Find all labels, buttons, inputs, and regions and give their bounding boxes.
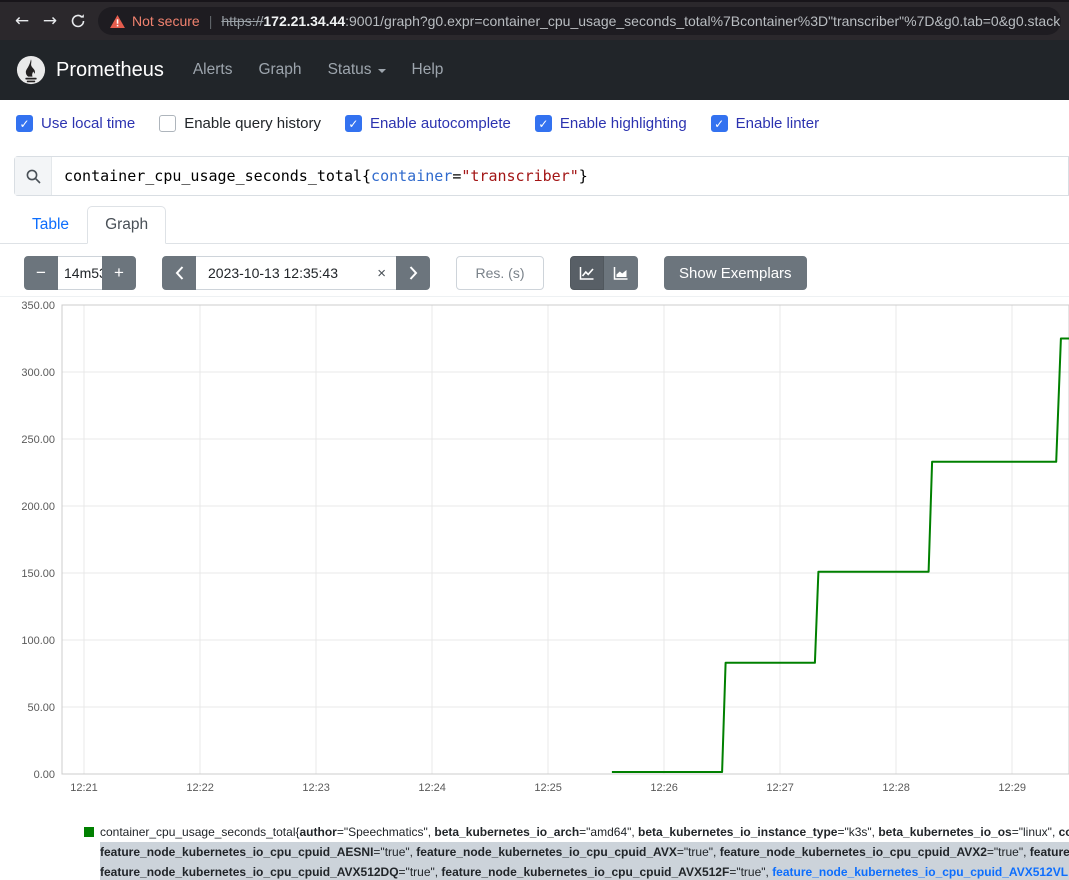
svg-text:12:22: 12:22: [186, 782, 214, 794]
legend-text: container_cpu_usage_seconds_total{author…: [100, 822, 1069, 842]
stacked-chart-toggle-button[interactable]: [604, 256, 638, 290]
graph-panel: 0.00 50.00 100.00 150.00 200.00 250.00 300.00 3…: [0, 296, 1069, 797]
chevron-right-icon: [409, 266, 418, 280]
svg-text:50.00: 50.00: [27, 702, 55, 714]
svg-text:0.00: 0.00: [34, 769, 55, 781]
not-secure-label: Not secure: [132, 13, 200, 29]
url-path: :9001/graph?g0.expr=container_cpu_usage_…: [345, 13, 1060, 29]
query-token-punct: =: [452, 167, 461, 185]
query-token-punct: {: [362, 167, 371, 185]
legend-line[interactable]: container_cpu_usage_seconds_total{author…: [84, 822, 1069, 842]
option-label: Enable autocomplete: [370, 115, 511, 132]
svg-text:12:29: 12:29: [998, 782, 1026, 794]
svg-text:12:24: 12:24: [418, 782, 446, 794]
clear-datetime-icon[interactable]: ×: [377, 265, 386, 282]
increase-range-button[interactable]: +: [102, 256, 136, 290]
range-input-group: − 14m53s +: [24, 256, 136, 290]
url-scheme: https://: [221, 13, 263, 29]
option-use-local-time[interactable]: ✓ Use local time: [16, 115, 135, 132]
query-expression-text[interactable]: container_cpu_usage_seconds_total{contai…: [52, 157, 1068, 195]
warning-icon: [110, 15, 125, 28]
stacked-chart-icon: [613, 265, 629, 281]
legend-swatch: [84, 827, 94, 837]
svg-text:12:26: 12:26: [650, 782, 678, 794]
forward-icon[interactable]: →: [36, 7, 64, 35]
checkbox-enable-linter[interactable]: ✓: [711, 115, 728, 132]
svg-text:200.00: 200.00: [21, 501, 55, 513]
line-chart-toggle-button[interactable]: [570, 256, 604, 290]
nav-item-help[interactable]: Help: [412, 61, 444, 79]
tab-table[interactable]: Table: [14, 206, 87, 244]
graph-controls: − 14m53s + 2023-10-13 12:35:43 × Res. (s…: [24, 256, 1055, 290]
url-host: 172.21.34.44: [263, 13, 345, 29]
nav-item-graph[interactable]: Graph: [258, 61, 301, 79]
svg-text:150.00: 150.00: [21, 568, 55, 580]
query-token-string: "transcriber": [461, 167, 578, 185]
panel-tabs: TableGraph: [0, 206, 1069, 244]
back-icon[interactable]: ←: [8, 7, 36, 35]
search-icon: [25, 168, 42, 185]
navbar-menu: Alerts Graph Status Help: [180, 61, 457, 79]
svg-text:12:23: 12:23: [302, 782, 330, 794]
nav-item-alerts[interactable]: Alerts: [193, 61, 233, 79]
range-duration-input[interactable]: 14m53s: [58, 256, 102, 290]
line-chart-icon: [579, 265, 595, 281]
checkbox-enable-autocomplete[interactable]: ✓: [345, 115, 362, 132]
query-token-punct: }: [579, 167, 588, 185]
resolution-input[interactable]: Res. (s): [456, 256, 544, 290]
query-token-metric: container_cpu_usage_seconds_total: [64, 167, 362, 185]
caret-down-icon: [378, 69, 386, 73]
legend-line[interactable]: feature_node_kubernetes_io_cpu_cpuid_AVX…: [100, 862, 1069, 880]
svg-text:250.00: 250.00: [21, 434, 55, 446]
option-label: Enable query history: [184, 115, 321, 132]
checkbox-enable-highlighting[interactable]: ✓: [535, 115, 552, 132]
option-label: Enable linter: [736, 115, 819, 132]
prometheus-navbar: Prometheus Alerts Graph Status Help: [0, 40, 1069, 100]
svg-text:350.00: 350.00: [21, 300, 55, 312]
svg-text:100.00: 100.00: [21, 635, 55, 647]
prometheus-logo-icon[interactable]: [16, 55, 46, 85]
option-enable-linter[interactable]: ✓ Enable linter: [711, 115, 819, 132]
svg-text:12:25: 12:25: [534, 782, 562, 794]
refresh-glyph: [70, 13, 86, 29]
checkbox-use-local-time[interactable]: ✓: [16, 115, 33, 132]
option-enable-autocomplete[interactable]: ✓ Enable autocomplete: [345, 115, 511, 132]
omnibox-separator: |: [209, 13, 213, 29]
legend-line[interactable]: feature_node_kubernetes_io_cpu_cpuid_AES…: [100, 842, 1069, 862]
chevron-left-icon: [175, 266, 184, 280]
brand-title[interactable]: Prometheus: [56, 59, 164, 82]
search-addon: [15, 157, 52, 195]
expression-input[interactable]: container_cpu_usage_seconds_total{contai…: [14, 156, 1069, 196]
previous-time-button[interactable]: [162, 256, 196, 290]
option-label: Enable highlighting: [560, 115, 687, 132]
option-enable-query-history[interactable]: Enable query history: [159, 115, 321, 132]
nav-item-status[interactable]: Status: [328, 61, 386, 79]
svg-text:12:27: 12:27: [766, 782, 794, 794]
checkbox-enable-query-history[interactable]: [159, 115, 176, 132]
show-exemplars-button[interactable]: Show Exemplars: [664, 256, 807, 290]
refresh-icon[interactable]: [64, 7, 92, 35]
option-label: Use local time: [41, 115, 135, 132]
graph-legend: container_cpu_usage_seconds_total{author…: [84, 822, 1069, 880]
chart-type-toggle: [570, 256, 638, 290]
option-enable-highlighting[interactable]: ✓ Enable highlighting: [535, 115, 687, 132]
browser-toolbar: ← → Not secure | https://172.21.34.44:90…: [0, 0, 1069, 40]
svg-text:300.00: 300.00: [21, 367, 55, 379]
decrease-range-button[interactable]: −: [24, 256, 58, 290]
datetime-input[interactable]: 2023-10-13 12:35:43 ×: [196, 256, 396, 290]
usage-graph-canvas[interactable]: 0.00 50.00 100.00 150.00 200.00 250.00 300.00 3…: [0, 297, 1069, 798]
svg-text:12:21: 12:21: [70, 782, 98, 794]
options-row: ✓ Use local time Enable query history ✓ Enab…: [0, 100, 1069, 144]
datetime-value: 2023-10-13 12:35:43: [208, 265, 338, 281]
svg-text:12:28: 12:28: [882, 782, 910, 794]
legend-text: feature_node_kubernetes_io_cpu_cpuid_AVX…: [100, 862, 1069, 880]
query-token-label: container: [371, 167, 452, 185]
next-time-button[interactable]: [396, 256, 430, 290]
datetime-group: 2023-10-13 12:35:43 ×: [162, 256, 430, 290]
tab-graph[interactable]: Graph: [87, 206, 166, 244]
address-bar[interactable]: Not secure | https://172.21.34.44:9001/g…: [98, 7, 1061, 35]
legend-text: feature_node_kubernetes_io_cpu_cpuid_AES…: [100, 842, 1069, 862]
